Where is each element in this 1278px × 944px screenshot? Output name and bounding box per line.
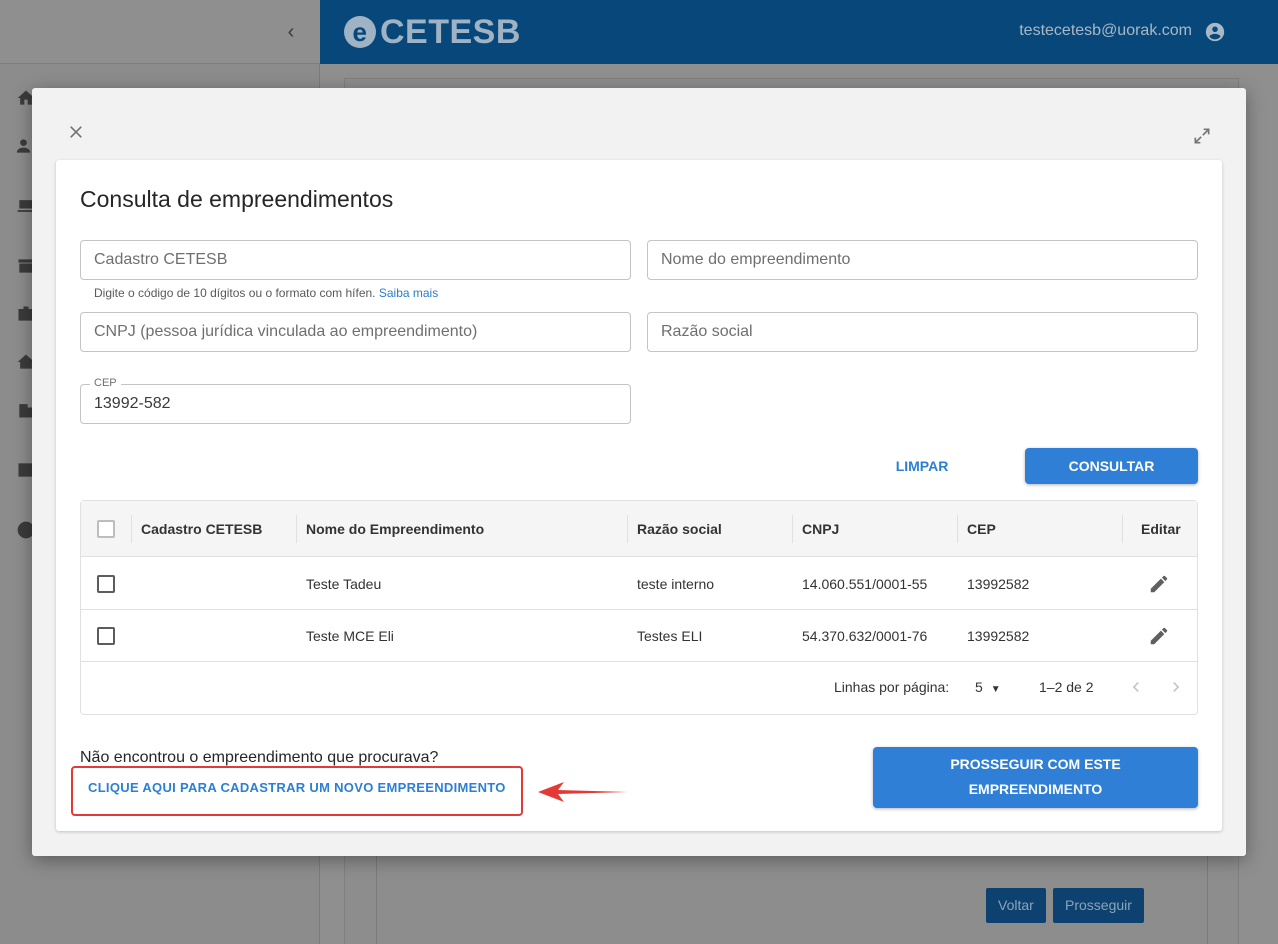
cell-nome: Teste Tadeu — [306, 576, 382, 592]
cep-field[interactable]: CEP — [80, 377, 631, 424]
cell-nome: Teste MCE Eli — [306, 628, 394, 644]
dropdown-arrow-icon: ▼ — [990, 684, 1001, 695]
cell-cnpj: 54.370.632/0001-76 — [802, 628, 928, 644]
cep-input[interactable] — [81, 385, 630, 423]
back-button[interactable]: Voltar — [986, 888, 1046, 923]
proceed-button-bg[interactable]: Prosseguir — [1053, 888, 1144, 923]
search-button[interactable]: CONSULTAR — [1025, 448, 1198, 484]
table-header: Cadastro CETESB Nome do Empreendimento R… — [81, 501, 1197, 557]
user-email[interactable]: testecetesb@uorak.com — [1019, 22, 1192, 40]
cep-label: CEP — [90, 377, 121, 389]
learn-more-link[interactable]: Saiba mais — [379, 286, 438, 300]
column-separator — [296, 515, 297, 543]
table-row[interactable]: Teste MCE Eli Testes ELI 54.370.632/0001… — [81, 610, 1197, 662]
expand-icon[interactable] — [1192, 126, 1212, 146]
header-cadastro[interactable]: Cadastro CETESB — [141, 501, 262, 557]
column-separator — [131, 515, 132, 543]
clear-button[interactable]: LIMPAR — [884, 448, 960, 484]
column-separator — [1122, 515, 1123, 543]
razao-input[interactable] — [648, 313, 1197, 351]
brand-logo: e CETESB — [344, 10, 521, 54]
header-cnpj[interactable]: CNPJ — [802, 501, 839, 557]
header-razao[interactable]: Razão social — [637, 501, 722, 557]
razao-field[interactable] — [647, 312, 1198, 352]
proceed-button-line2: EMPREENDIMENTO — [968, 781, 1103, 797]
page-title: Consulta de empreendimentos — [80, 186, 394, 212]
column-separator — [792, 515, 793, 543]
cadastro-field[interactable] — [80, 240, 631, 280]
column-separator — [957, 515, 958, 543]
sidebar-top — [0, 0, 320, 64]
rows-per-page-label: Linhas por página: — [834, 679, 950, 695]
select-all-checkbox[interactable] — [97, 520, 115, 538]
account-icon[interactable] — [1204, 21, 1226, 43]
cell-cep: 13992582 — [967, 628, 1030, 644]
pagination-range: 1–2 de 2 — [1039, 679, 1094, 695]
rows-per-page-value: 5 — [975, 679, 983, 695]
chevron-left-icon[interactable]: ‹ — [282, 20, 300, 44]
proceed-button-line1: PROSSEGUIR COM ESTE — [950, 756, 1121, 772]
table-row[interactable]: Teste Tadeu teste interno 14.060.551/000… — [81, 558, 1197, 610]
nome-field[interactable] — [647, 240, 1198, 280]
cnpj-field[interactable] — [80, 312, 631, 352]
helper-text: Digite o código de 10 dígitos ou o forma… — [94, 286, 438, 300]
previous-page-icon[interactable] — [1126, 677, 1146, 697]
cnpj-input[interactable] — [81, 313, 630, 351]
cell-cnpj: 14.060.551/0001-55 — [802, 576, 928, 592]
register-new-link[interactable]: CLIQUE AQUI PARA CADASTRAR UM NOVO EMPRE… — [88, 778, 506, 798]
not-found-text: Não encontrou o empreendimento que procu… — [80, 749, 439, 766]
brand-e-icon: e — [344, 16, 376, 48]
edit-icon[interactable] — [1148, 573, 1170, 595]
proceed-with-enterprise-button[interactable]: PROSSEGUIR COM ESTE EMPREENDIMENTO — [873, 747, 1198, 808]
cell-razao: teste interno — [637, 576, 715, 592]
header-cep[interactable]: CEP — [967, 501, 996, 557]
edit-icon[interactable] — [1148, 625, 1170, 647]
header-editar: Editar — [1141, 521, 1181, 537]
rows-per-page-select[interactable]: 5 ▼ — [975, 673, 1001, 704]
results-table: Cadastro CETESB Nome do Empreendimento R… — [80, 500, 1198, 715]
column-separator — [627, 515, 628, 543]
nome-input[interactable] — [648, 241, 1197, 279]
close-icon[interactable] — [66, 122, 86, 142]
helper-text-content: Digite o código de 10 dígitos ou o forma… — [94, 286, 376, 300]
row-checkbox[interactable] — [97, 575, 115, 593]
row-checkbox[interactable] — [97, 627, 115, 645]
next-page-icon[interactable] — [1166, 677, 1186, 697]
cell-cep: 13992582 — [967, 576, 1030, 592]
header-nome[interactable]: Nome do Empreendimento — [306, 501, 484, 557]
annotation-arrow-icon — [538, 782, 628, 802]
cadastro-input[interactable] — [81, 241, 630, 279]
cell-razao: Testes ELI — [637, 628, 703, 644]
brand-name: CETESB — [380, 12, 521, 51]
